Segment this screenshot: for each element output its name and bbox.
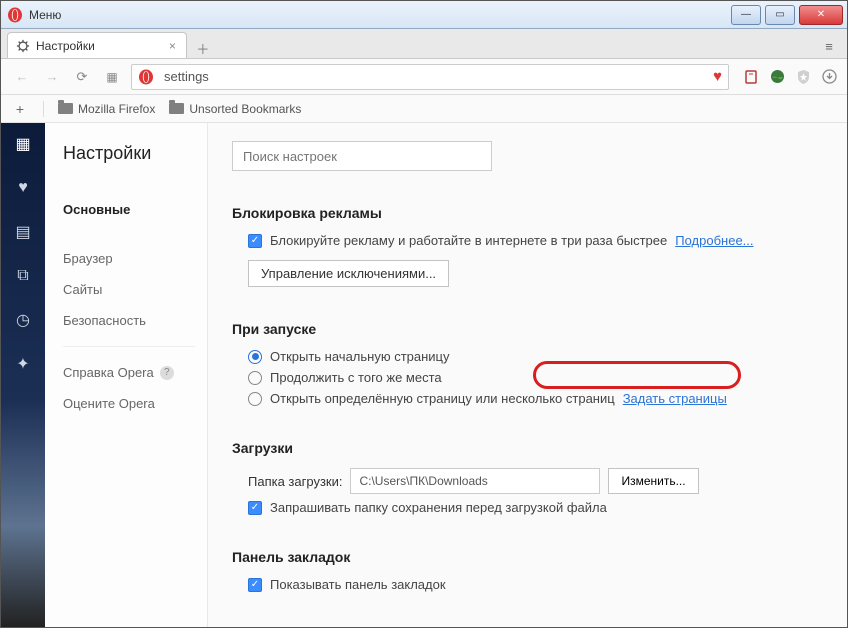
forward-button[interactable]: → (41, 66, 63, 88)
set-pages-link[interactable]: Задать страницы (623, 391, 727, 406)
ask-folder-label: Запрашивать папку сохранения перед загру… (270, 500, 607, 515)
settings-sidebar: Настройки Основные Браузер Сайты Безопас… (45, 123, 208, 627)
bookbar-title: Панель закладок (232, 549, 823, 565)
startup-radio-continue[interactable] (248, 371, 262, 385)
new-tab-button[interactable]: ＋ (191, 38, 215, 58)
adblock-more-link[interactable]: Подробнее... (675, 233, 753, 248)
settings-heading: Настройки (63, 143, 207, 164)
folder-icon (169, 103, 184, 114)
opera-url-icon (138, 69, 154, 85)
bookmarks-bar: + Mozilla Firefox Unsorted Bookmarks (1, 95, 847, 123)
shield-icon[interactable] (795, 69, 811, 85)
url-input[interactable] (162, 68, 705, 85)
bookmark-folder-firefox[interactable]: Mozilla Firefox (58, 102, 155, 116)
bookmark-heart-icon[interactable]: ♥ (713, 68, 722, 85)
window-titlebar: Меню — ▭ ✕ (1, 1, 847, 29)
settings-main-pane: Блокировка рекламы ✓ Блокируйте рекламу … (208, 123, 847, 627)
rail-tabs-icon[interactable]: ⧉ (14, 267, 32, 285)
close-button[interactable]: ✕ (799, 5, 843, 25)
menu-button-label[interactable]: Меню (29, 8, 61, 22)
add-bookmark-button[interactable]: + (11, 100, 29, 118)
ask-folder-checkbox[interactable]: ✓ (248, 501, 262, 515)
nav-help[interactable]: Справка Opera ? (63, 357, 207, 388)
nav-browser[interactable]: Браузер (63, 243, 207, 274)
rail-speed-dial-icon[interactable]: ▦ (14, 135, 32, 153)
nav-rate[interactable]: Оцените Opera (63, 388, 207, 419)
nav-security[interactable]: Безопасность (63, 305, 207, 336)
tab-title: Настройки (36, 39, 95, 53)
content-area: ▦ ♥ ▤ ⧉ ◷ ✦ Настройки Основные Браузер С… (1, 123, 847, 627)
tab-close-button[interactable]: × (167, 39, 178, 53)
opera-logo-icon (7, 7, 23, 23)
tab-menu-button[interactable]: ≡ (817, 34, 841, 58)
help-question-icon: ? (160, 366, 174, 380)
address-bar[interactable]: ♥ (131, 64, 729, 90)
settings-search-input[interactable] (232, 141, 492, 171)
rail-heart-icon[interactable]: ♥ (14, 179, 32, 197)
maximize-button[interactable]: ▭ (765, 5, 795, 25)
rail-extensions-icon[interactable]: ✦ (14, 355, 32, 373)
minimize-button[interactable]: — (731, 5, 761, 25)
tab-settings[interactable]: Настройки × (7, 32, 187, 58)
startup-opt2-label: Продолжить с того же места (270, 370, 442, 385)
section-startup: При запуске Открыть начальную страницу П… (232, 321, 823, 406)
adblock-checkbox[interactable]: ✓ (248, 234, 262, 248)
rail-history-icon[interactable]: ◷ (14, 311, 32, 329)
nav-basic[interactable]: Основные (63, 194, 207, 225)
exceptions-button[interactable]: Управление исключениями... (248, 260, 449, 287)
toolbar: ← → ⟳ ▦ ♥ (1, 59, 847, 95)
adblock-title: Блокировка рекламы (232, 205, 823, 221)
downloads-title: Загрузки (232, 440, 823, 456)
startup-opt1-label: Открыть начальную страницу (270, 349, 450, 364)
folder-icon (58, 103, 73, 114)
section-adblock: Блокировка рекламы ✓ Блокируйте рекламу … (232, 205, 823, 287)
tab-strip: Настройки × ＋ ≡ (1, 29, 847, 59)
gear-icon (16, 39, 30, 53)
section-bookmark-bar: Панель закладок ✓ Показывать панель закл… (232, 549, 823, 592)
startup-opt3-label: Открыть определённую страницу или нескол… (270, 391, 615, 406)
reload-button[interactable]: ⟳ (71, 66, 93, 88)
download-folder-label: Папка загрузки: (248, 474, 342, 489)
adblock-label: Блокируйте рекламу и работайте в интерне… (270, 233, 667, 248)
startup-radio-pages[interactable] (248, 392, 262, 406)
startup-radio-home[interactable] (248, 350, 262, 364)
change-folder-button[interactable]: Изменить... (608, 468, 698, 494)
back-button[interactable]: ← (11, 66, 33, 88)
nav-sites[interactable]: Сайты (63, 274, 207, 305)
rail-news-icon[interactable]: ▤ (14, 223, 32, 241)
globe-icon[interactable] (769, 69, 785, 85)
startup-title: При запуске (232, 321, 823, 337)
download-icon[interactable] (821, 69, 837, 85)
section-downloads: Загрузки Папка загрузки: Изменить... ✓ З… (232, 440, 823, 515)
sidebar-ext-icon[interactable] (743, 69, 759, 85)
show-bookbar-label: Показывать панель закладок (270, 577, 446, 592)
download-folder-input[interactable] (350, 468, 600, 494)
show-bookbar-checkbox[interactable]: ✓ (248, 578, 262, 592)
bookmark-folder-unsorted[interactable]: Unsorted Bookmarks (169, 102, 301, 116)
speed-dial-button[interactable]: ▦ (101, 66, 123, 88)
side-rail: ▦ ♥ ▤ ⧉ ◷ ✦ (1, 123, 45, 627)
